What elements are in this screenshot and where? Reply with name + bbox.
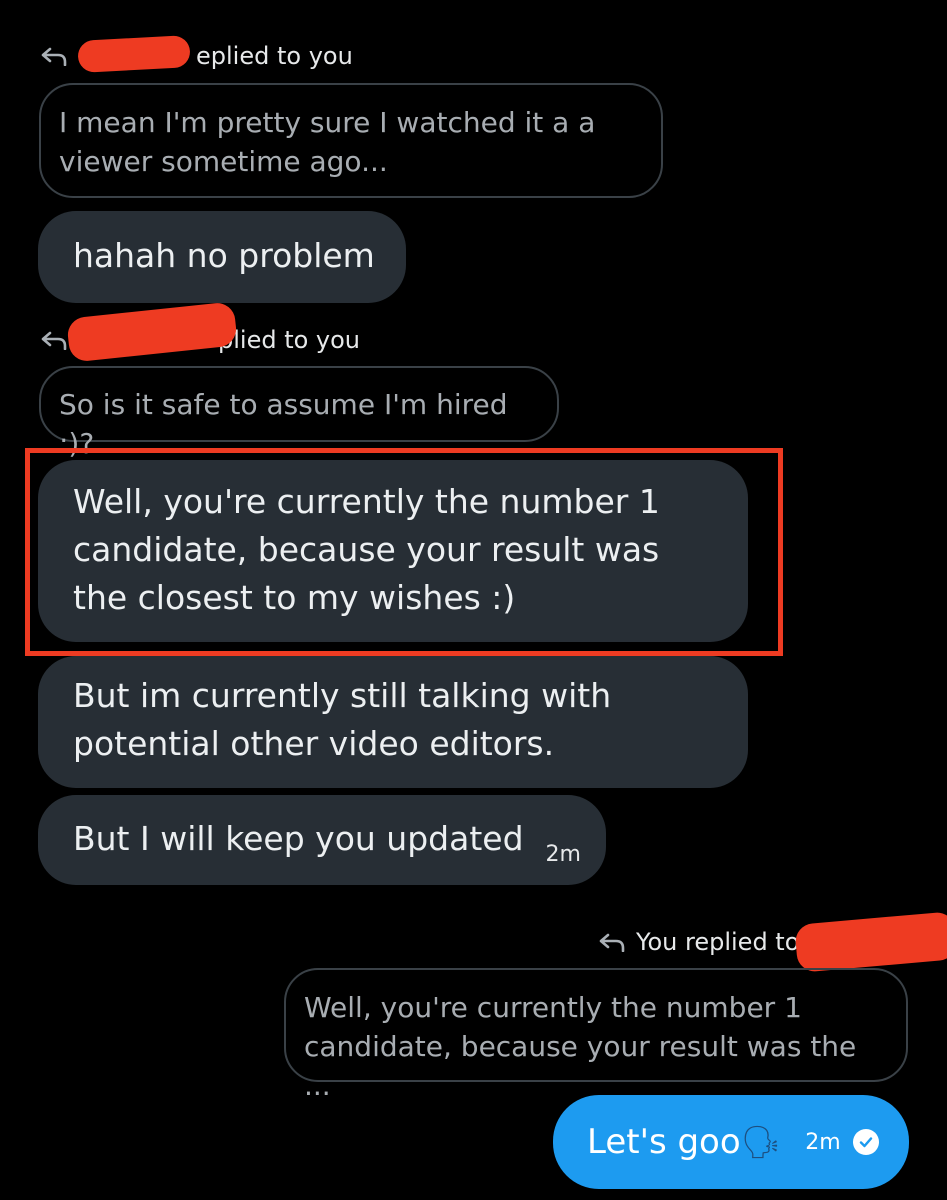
reply-arrow-icon	[41, 47, 67, 66]
check-circle-icon	[852, 1129, 879, 1155]
sent-message-text: Let's goo	[587, 1122, 741, 1162]
message-text: But im currently still talking with pote…	[73, 676, 612, 763]
message-text: hahah no problem	[73, 236, 375, 275]
message-timestamp: 2m	[805, 1129, 841, 1155]
redaction-mark	[77, 35, 191, 73]
quoted-message[interactable]: I mean I'm pretty sure I watched it a a …	[39, 83, 663, 198]
quoted-message-text: I mean I'm pretty sure I watched it a a …	[59, 106, 596, 178]
reply-label-text: eplied to you	[196, 42, 353, 70]
message-bubble[interactable]: But I will keep you updated 2m	[38, 795, 606, 885]
redaction-mark	[794, 911, 947, 973]
message-bubble[interactable]: hahah no problem	[38, 211, 406, 303]
quoted-message-text: Well, you're currently the number 1 cand…	[304, 991, 857, 1102]
speaking-head-emoji: 🗣	[740, 1123, 782, 1161]
quoted-message[interactable]: Well, you're currently the number 1 cand…	[284, 968, 908, 1102]
message-text: But I will keep you updated	[73, 819, 524, 858]
highlight-box	[25, 448, 783, 656]
reply-label-text: You replied to	[636, 928, 800, 956]
reply-arrow-icon	[599, 933, 625, 952]
quoted-message[interactable]: So is it safe to assume I'm hired :)?	[39, 366, 559, 460]
message-bubble[interactable]: But im currently still talking with pote…	[38, 656, 748, 788]
reply-arrow-icon	[41, 331, 67, 350]
reply-label-text: plied to you	[218, 326, 361, 354]
message-timestamp: 2m	[545, 842, 581, 867]
reply-label-3: You replied to	[598, 928, 799, 956]
sent-message-bubble[interactable]: Let's goo 🗣 2m	[553, 1095, 909, 1189]
